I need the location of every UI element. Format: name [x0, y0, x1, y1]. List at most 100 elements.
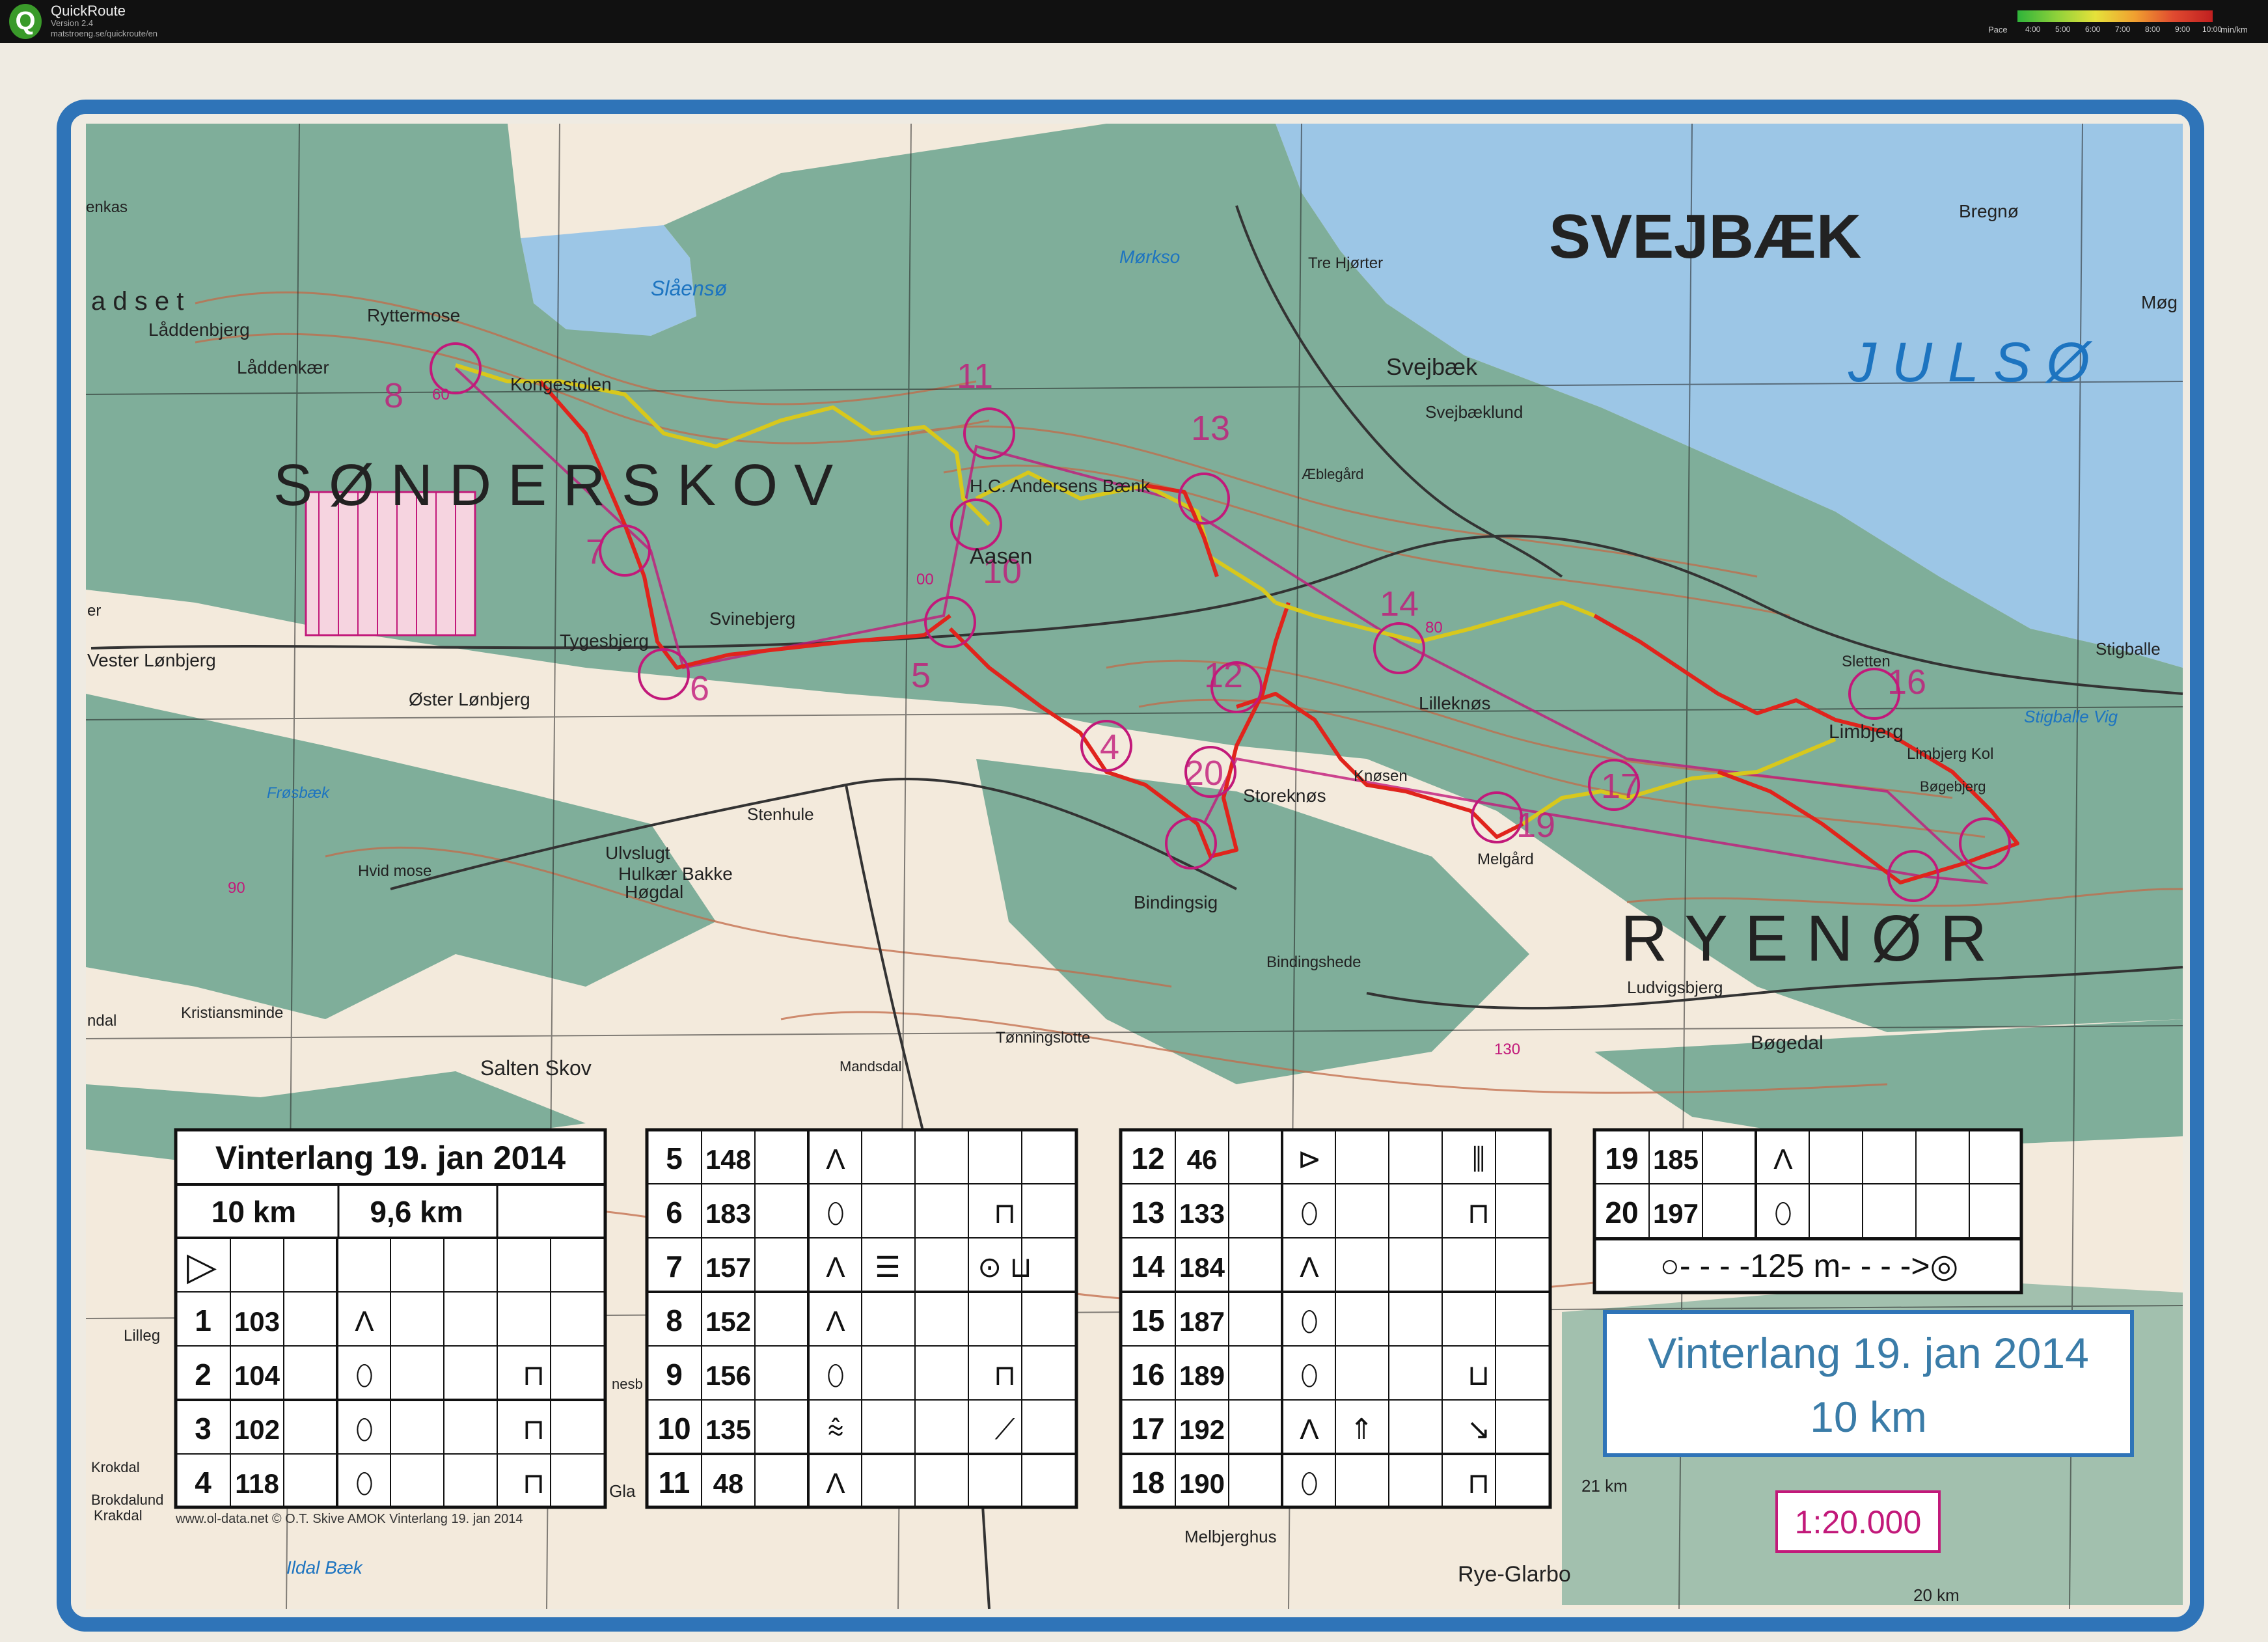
- control-number: 4: [1100, 728, 1119, 767]
- detail-symbol: ⇑: [1350, 1414, 1374, 1445]
- location-symbol: ⊓: [1468, 1468, 1490, 1499]
- pace-tick: 9:00: [2175, 25, 2191, 34]
- control-code: 152: [705, 1306, 751, 1337]
- control-code: 135: [705, 1414, 751, 1445]
- place-label: Svinebjerg: [709, 609, 795, 629]
- control-code: 48: [713, 1468, 744, 1499]
- place-label: Bøgebjerg: [1920, 778, 1986, 795]
- place-label: Høgdal: [625, 882, 683, 902]
- place-label: Stigballe Vig: [2024, 707, 2118, 726]
- control-number: 1: [195, 1304, 212, 1337]
- control-number: 20: [1184, 754, 1223, 793]
- spot-height: 130: [1494, 1041, 1520, 1058]
- place-label: Brokdalund: [91, 1492, 163, 1508]
- place-label: Bregnø: [1959, 201, 2019, 221]
- feature-symbol: ⬯: [355, 1468, 374, 1499]
- place-label: Hvid mose: [358, 862, 431, 880]
- control-number: 12: [1204, 656, 1243, 695]
- spot-height: 80: [1425, 619, 1443, 636]
- spot-height: 90: [228, 879, 245, 897]
- place-label: Kristiansminde: [181, 1004, 283, 1022]
- place-label: Lilleknøs: [1419, 693, 1490, 713]
- control-code: 157: [705, 1252, 751, 1283]
- place-label: Stigballe: [2096, 639, 2161, 659]
- label-rye-nor: R Y E N Ø R: [1620, 902, 1987, 975]
- place-label: Lilleg: [124, 1327, 160, 1345]
- place-label: Rye-Glarbo: [1458, 1562, 1571, 1587]
- place-label: Tønningslotte: [996, 1029, 1090, 1047]
- place-label: Vester Lønbjerg: [87, 650, 216, 670]
- control-number: 6: [690, 669, 709, 708]
- event-distance: 10 km: [1810, 1393, 1927, 1441]
- place-label: Ulvslugt: [605, 843, 670, 863]
- control-number: 14: [1380, 584, 1419, 623]
- place-label: Bøgedal: [1751, 1032, 1824, 1054]
- label-sonderskov: S Ø N D E R S K O V: [273, 453, 833, 518]
- control-number: 8: [384, 376, 403, 415]
- location-symbol: ⊓: [994, 1197, 1016, 1229]
- feature-symbol: ⬯: [1300, 1360, 1318, 1391]
- place-label: H.C. Andersens Bænk: [970, 476, 1151, 496]
- place-label: er: [87, 602, 101, 620]
- control-code: 190: [1179, 1468, 1225, 1499]
- feature-symbol: Ʌ: [1773, 1143, 1793, 1175]
- control-number: 5: [911, 656, 931, 695]
- control-number: 6: [666, 1196, 683, 1229]
- location-symbol: ⊓: [523, 1360, 545, 1391]
- place-label: Gla: [609, 1481, 636, 1501]
- feature-symbol: Ʌ: [1300, 1414, 1319, 1445]
- place-label: Øster Lønbjerg: [409, 689, 530, 709]
- place-label: Krokdal: [91, 1459, 140, 1475]
- location-symbol: ⊔: [1468, 1360, 1490, 1391]
- place-label: Slåensø: [651, 277, 727, 300]
- feature-symbol: Ʌ: [355, 1306, 374, 1337]
- feature-symbol: Ʌ: [826, 1252, 845, 1283]
- place-label: Melgård: [1477, 851, 1534, 868]
- control-number: 13: [1191, 409, 1230, 448]
- place-label: Melbjerghus: [1184, 1527, 1277, 1546]
- control-number: 7: [586, 532, 605, 571]
- control-number: 20: [1605, 1196, 1638, 1229]
- control-code: 102: [234, 1414, 280, 1445]
- feature-symbol: Ʌ: [826, 1468, 845, 1499]
- place-label: Mandsdal: [840, 1058, 901, 1074]
- control-number: 16: [1131, 1358, 1164, 1391]
- feature-symbol: ⬯: [355, 1414, 374, 1445]
- feature-symbol: ⊳: [1298, 1143, 1322, 1175]
- spot-height: 60: [432, 386, 450, 404]
- pace-tick: 10:00: [2202, 25, 2222, 34]
- pace-tick: 8:00: [2145, 25, 2161, 34]
- km-marker: 21 km: [1581, 1476, 1628, 1496]
- control-code: 46: [1187, 1144, 1218, 1175]
- feature-symbol: Ʌ: [826, 1306, 845, 1337]
- feature-symbol: ⩯: [827, 1414, 844, 1445]
- app-version: Version 2.4: [51, 18, 94, 28]
- feature-symbol: ⬯: [827, 1360, 845, 1391]
- spot-height: 00: [916, 571, 934, 588]
- location-symbol: ⊓: [523, 1468, 545, 1499]
- location-symbol: ⊓: [1468, 1197, 1490, 1229]
- card-distance-1: 10 km: [212, 1195, 296, 1229]
- place-label: nesb: [612, 1376, 643, 1392]
- place-label: Æblegård: [1302, 466, 1363, 482]
- card-title: Vinterlang 19. jan 2014: [215, 1140, 566, 1176]
- control-code: 118: [235, 1468, 279, 1499]
- control-number: 3: [195, 1412, 212, 1445]
- map-view[interactable]: 8 11 13 7 10 14 6 5 12 16 4 20 19 17 SVE…: [0, 43, 2268, 1642]
- control-number: 17: [1601, 767, 1640, 806]
- control-number: 11: [659, 1466, 690, 1499]
- place-label: Sletten: [1842, 653, 1891, 670]
- location-symbol: ↘: [1467, 1414, 1491, 1445]
- detail-symbol: ☰: [875, 1252, 900, 1283]
- place-label: Frøsbæk: [267, 784, 331, 802]
- control-number: 18: [1131, 1466, 1164, 1499]
- control-number: 9: [666, 1358, 683, 1391]
- place-label: Svejbæk: [1386, 353, 1478, 380]
- control-code: 189: [1179, 1360, 1225, 1391]
- location-symbol: ⊙ ⊔: [977, 1252, 1032, 1283]
- feature-symbol: Ʌ: [826, 1143, 845, 1175]
- control-number: 19: [1516, 806, 1555, 845]
- place-label: Krakdal: [94, 1507, 143, 1524]
- control-code: 183: [705, 1198, 751, 1229]
- place-label: Bindingshede: [1266, 953, 1361, 971]
